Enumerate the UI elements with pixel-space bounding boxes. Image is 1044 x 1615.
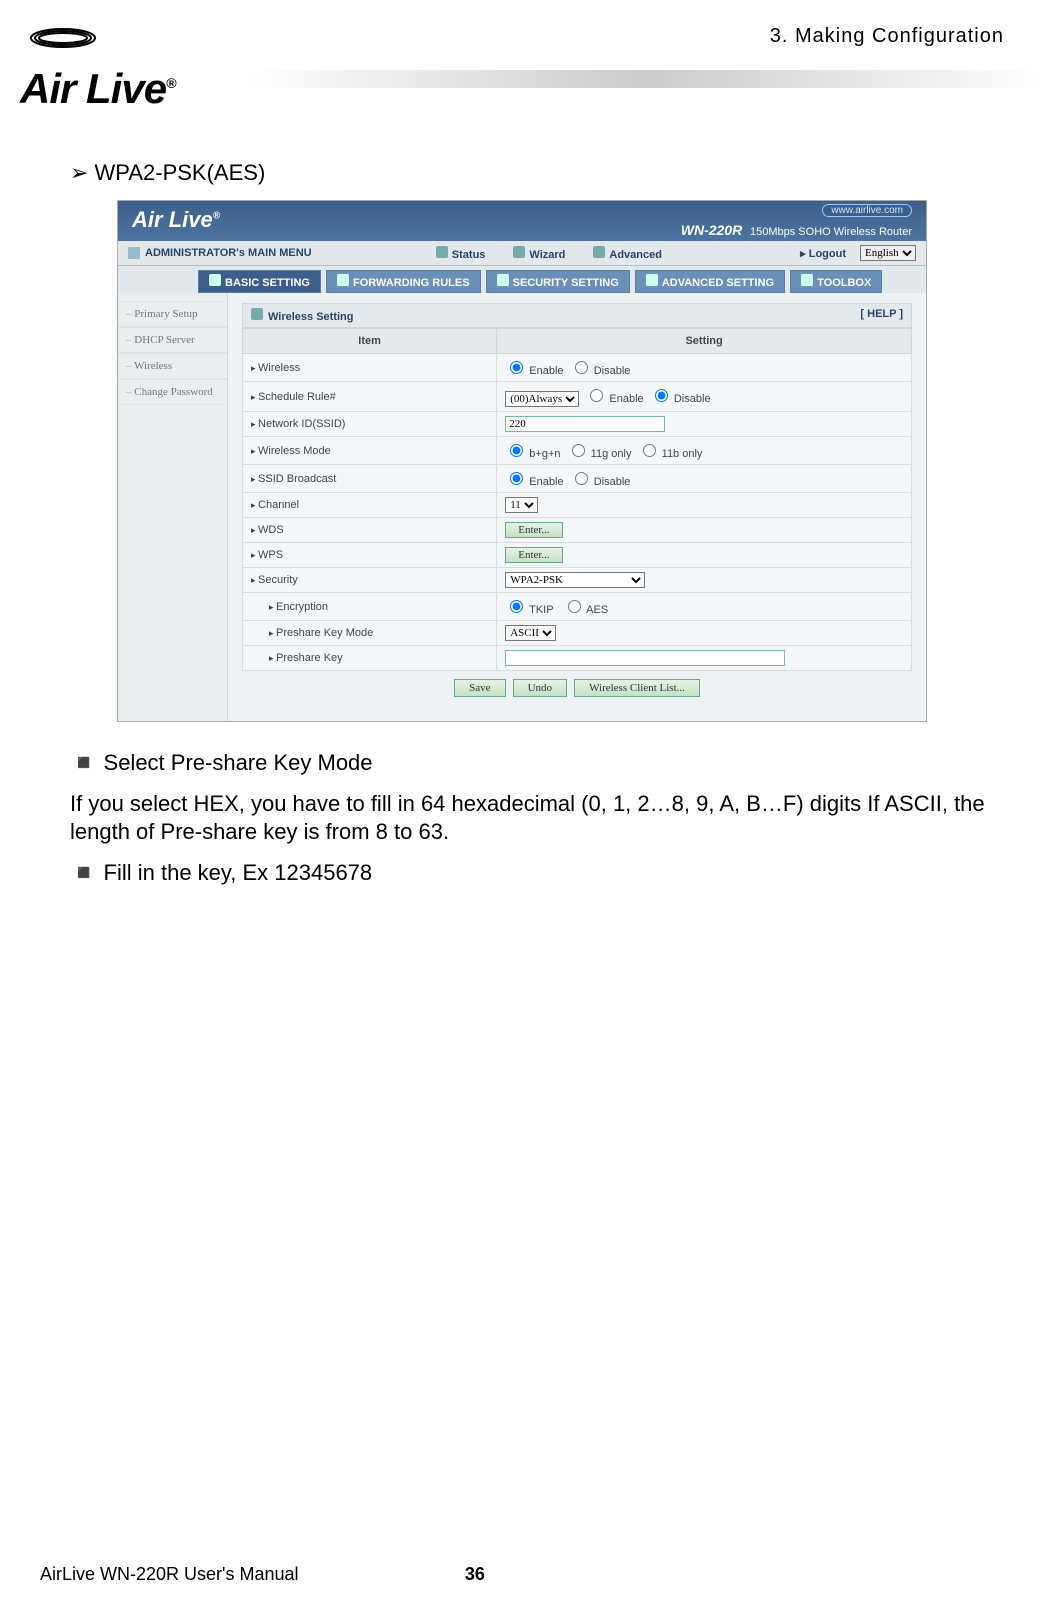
menubar-title: ADMINISTRATOR's MAIN MENU <box>145 247 312 259</box>
action-buttons: Save Undo Wireless Client List... <box>242 671 912 705</box>
logo-swoosh-icon <box>20 20 175 65</box>
th-item: Item <box>243 329 497 354</box>
sidebar-item-dhcp-server[interactable]: DHCP Server <box>118 327 227 353</box>
page-header-right: 3. Making Configuration <box>770 25 1004 48</box>
wps-enter-button[interactable]: Enter... <box>505 547 562 563</box>
basic-icon <box>209 274 221 286</box>
row-preshare-key: Preshare Key <box>243 646 497 671</box>
channel-select[interactable]: 11 <box>505 497 538 513</box>
row-wps: WPS <box>243 543 497 568</box>
menu-logout[interactable]: ▸ Logout <box>800 247 846 260</box>
schedule-enable[interactable]: Enable <box>585 393 643 405</box>
wds-enter-button[interactable]: Enter... <box>505 522 562 538</box>
router-logo: Air Live® <box>132 207 220 233</box>
body-hex-explain: If you select HEX, you have to fill in 6… <box>70 790 1004 846</box>
row-ssid: Network ID(SSID) <box>243 412 497 437</box>
sidebar-item-wireless[interactable]: Wireless <box>118 353 227 379</box>
router-url: www.airlive.com <box>822 204 912 217</box>
header-band <box>250 70 1044 88</box>
sidebar: Primary Setup DHCP Server Wireless Chang… <box>118 293 228 721</box>
menu-advanced[interactable]: Advanced <box>593 246 662 261</box>
adv-icon <box>646 274 658 286</box>
menu-status[interactable]: Status <box>436 246 486 261</box>
section-title-text: WPA2-PSK(AES) <box>95 160 266 185</box>
help-link[interactable]: [ HELP ] <box>860 308 903 323</box>
logo-text-main: Air Live <box>20 65 166 112</box>
save-button[interactable]: Save <box>454 679 505 697</box>
paper-icon <box>128 247 140 259</box>
row-encryption: Encryption <box>243 593 497 621</box>
bcast-disable[interactable]: Disable <box>570 476 631 488</box>
page-footer: AirLive WN-220R User's Manual 36 <box>40 1564 1004 1585</box>
row-broadcast: SSID Broadcast <box>243 465 497 493</box>
preshare-mode-select[interactable]: ASCII <box>505 625 556 641</box>
row-schedule: Schedule Rule# <box>243 382 497 412</box>
language-select[interactable]: English <box>860 245 916 261</box>
undo-button[interactable]: Undo <box>513 679 567 697</box>
enc-aes[interactable]: AES <box>563 604 608 616</box>
mode-bgn[interactable]: b+g+n <box>505 448 560 460</box>
tab-advanced-setting[interactable]: ADVANCED SETTING <box>635 270 785 293</box>
router-banner: Air Live® www.airlive.com WN-220R 150Mbp… <box>118 201 926 241</box>
ssid-input[interactable] <box>505 416 665 432</box>
row-wireless: Wireless <box>243 354 497 382</box>
enc-tkip[interactable]: TKIP <box>505 604 553 616</box>
mode-11b[interactable]: 11b only <box>638 448 703 460</box>
advanced-icon <box>593 246 605 258</box>
wizard-icon <box>513 246 525 258</box>
wireless-client-list-button[interactable]: Wireless Client List... <box>574 679 700 697</box>
wireless-enable[interactable]: Enable <box>505 365 563 377</box>
schedule-disable[interactable]: Disable <box>650 393 711 405</box>
mode-11g[interactable]: 11g only <box>567 448 632 460</box>
footer-page-number: 36 <box>299 1564 652 1585</box>
section-title: ➢ WPA2-PSK(AES) <box>70 160 1004 186</box>
panel-header: Wireless Setting [ HELP ] <box>242 303 912 328</box>
panel-icon <box>251 308 263 320</box>
router-model: WN-220R 150Mbps SOHO Wireless Router <box>681 222 912 238</box>
main-panel: Wireless Setting [ HELP ] Item Setting W… <box>228 293 926 721</box>
airlive-logo: Air Live® <box>20 20 175 113</box>
wireless-disable[interactable]: Disable <box>570 365 631 377</box>
toolbox-icon <box>801 274 813 286</box>
status-icon <box>436 246 448 258</box>
bullet-select-mode: ◾ Select Pre-share Key Mode <box>70 750 1004 776</box>
logo-text: Air Live® <box>20 65 175 112</box>
tab-toolbox[interactable]: TOOLBOX <box>790 270 882 293</box>
security-icon <box>497 274 509 286</box>
menu-wizard[interactable]: Wizard <box>513 246 565 261</box>
row-channel: Channel <box>243 493 497 518</box>
router-ui-screenshot: Air Live® www.airlive.com WN-220R 150Mbp… <box>117 200 927 722</box>
bullet-fill-key: ◾ Fill in the key, Ex 12345678 <box>70 860 1004 886</box>
forward-icon <box>337 274 349 286</box>
sidebar-item-change-password[interactable]: Change Password <box>118 379 227 405</box>
row-wds: WDS <box>243 518 497 543</box>
tab-security-setting[interactable]: SECURITY SETTING <box>486 270 630 293</box>
tab-basic-setting[interactable]: BASIC SETTING <box>198 270 321 293</box>
row-mode: Wireless Mode <box>243 437 497 465</box>
footer-manual-title: AirLive WN-220R User's Manual <box>40 1564 299 1585</box>
bcast-enable[interactable]: Enable <box>505 476 563 488</box>
sidebar-item-primary-setup[interactable]: Primary Setup <box>118 301 227 327</box>
router-menubar: ADMINISTRATOR's MAIN MENU Status Wizard … <box>118 241 926 266</box>
row-preshare-mode: Preshare Key Mode <box>243 621 497 646</box>
security-select[interactable]: WPA2-PSK <box>505 572 645 588</box>
schedule-select[interactable]: (00)Always <box>505 391 579 407</box>
router-tabbar: BASIC SETTING FORWARDING RULES SECURITY … <box>118 266 926 293</box>
logo-reg: ® <box>166 75 175 91</box>
tab-forwarding-rules[interactable]: FORWARDING RULES <box>326 270 481 293</box>
panel-title: Wireless Setting <box>268 311 353 323</box>
settings-table: Item Setting Wireless Enable Disable Sch… <box>242 328 912 671</box>
row-security: Security <box>243 568 497 593</box>
preshare-key-input[interactable] <box>505 650 785 666</box>
th-setting: Setting <box>497 329 912 354</box>
